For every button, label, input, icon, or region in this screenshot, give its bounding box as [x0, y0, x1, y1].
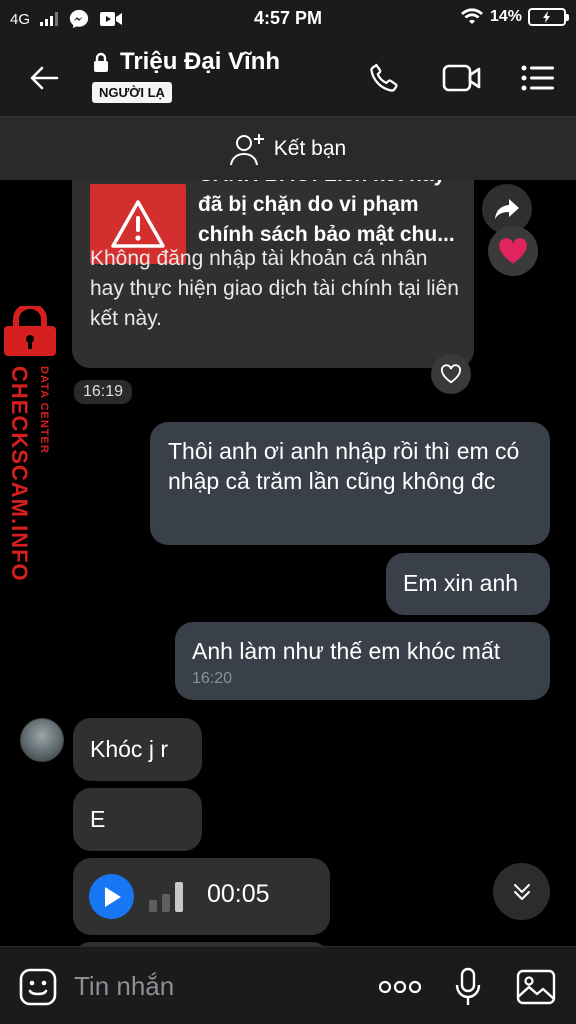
avatar[interactable] — [20, 718, 64, 762]
menu-icon — [521, 65, 554, 91]
back-arrow-icon — [30, 66, 59, 90]
heart-outline-icon — [440, 364, 462, 384]
stranger-badge: NGƯỜI LẠ — [92, 82, 172, 103]
outgoing-message[interactable]: Thôi anh ơi anh nhập rồi thì em có nhập … — [150, 422, 550, 545]
message-text: Em xin anh — [403, 570, 519, 596]
outgoing-message[interactable]: Em xin anh — [386, 553, 550, 615]
composer-bar: Tin nhắn — [0, 946, 576, 1024]
message-text: Thôi anh ơi anh nhập rồi thì em có nhập … — [168, 438, 520, 494]
video-call-button[interactable] — [440, 58, 484, 98]
voice-record-button[interactable] — [446, 965, 490, 1009]
incoming-message[interactable]: E — [73, 788, 202, 851]
waveform — [149, 882, 183, 912]
image-button[interactable] — [514, 965, 558, 1009]
watermark-lock-icon — [4, 306, 56, 356]
add-person-icon — [229, 133, 264, 165]
link-warning-card[interactable]: CẢNH BÁO: Liên kết này đã bị chặn do vi … — [72, 180, 474, 368]
heart-icon — [499, 238, 527, 264]
scroll-down-button[interactable] — [493, 863, 550, 920]
phone-icon — [370, 63, 398, 92]
back-button[interactable] — [22, 56, 66, 100]
emoji-icon — [19, 968, 57, 1006]
battery-icon — [528, 8, 569, 26]
watermark-subtext: DATA CENTER — [38, 366, 50, 454]
chevron-double-down-icon — [513, 883, 530, 900]
image-icon — [516, 969, 556, 1005]
audio-duration: 00:05 — [207, 880, 270, 908]
contact-info[interactable]: Triệu Đại Vĩnh NGƯỜI LẠ — [92, 48, 280, 103]
more-button[interactable] — [378, 965, 422, 1009]
message-text: Anh làm như thế em khóc mất — [192, 638, 501, 664]
add-friend-label: Kết bạn — [273, 136, 347, 160]
voice-message[interactable]: 00:05 — [73, 858, 330, 935]
status-bar: 4G 4:57 PM 14% — [0, 0, 576, 38]
lock-icon — [94, 52, 108, 72]
message-text: E — [90, 806, 106, 832]
incoming-message[interactable]: Khóc j r — [73, 718, 202, 781]
warning-triangle-icon — [111, 200, 165, 248]
watermark-text: CHECKSCAM.INFO — [7, 366, 32, 582]
warning-title: CẢNH BÁO: Liên kết này đã bị chặn do vi … — [198, 180, 455, 246]
menu-button[interactable] — [516, 58, 560, 98]
time-label: 16:19 — [74, 380, 133, 404]
emoji-button[interactable] — [16, 965, 60, 1009]
chat-header: Triệu Đại Vĩnh NGƯỜI LẠ — [0, 38, 576, 116]
microphone-icon — [455, 967, 481, 1005]
message-time: 16:20 — [192, 670, 233, 687]
status-right: 14% — [460, 8, 569, 26]
warning-description: Không đăng nhập tài khoản cá nhân hay th… — [90, 247, 459, 330]
more-dots-icon — [379, 980, 421, 994]
watermark: CHECKSCAM.INFO DATA CENTER — [2, 306, 62, 596]
message-input[interactable]: Tin nhắn — [74, 971, 174, 1002]
react-button[interactable] — [431, 354, 471, 394]
play-icon — [104, 886, 121, 907]
outgoing-message[interactable]: Anh làm như thế em khóc mất 16:20 — [175, 622, 550, 700]
battery-percent: 14% — [489, 8, 522, 25]
call-button[interactable] — [362, 58, 406, 98]
share-icon — [495, 199, 519, 219]
add-friend-button[interactable]: Kết bạn — [0, 116, 576, 180]
video-camera-icon — [442, 64, 481, 92]
message-text: Khóc j r — [90, 736, 168, 762]
wifi-icon — [460, 8, 483, 24]
play-button[interactable] — [89, 874, 134, 919]
chat-area[interactable]: CẢNH BÁO: Liên kết này đã bị chặn do vi … — [0, 180, 576, 946]
heart-reaction[interactable] — [488, 226, 538, 276]
contact-name: Triệu Đại Vĩnh — [120, 48, 281, 75]
